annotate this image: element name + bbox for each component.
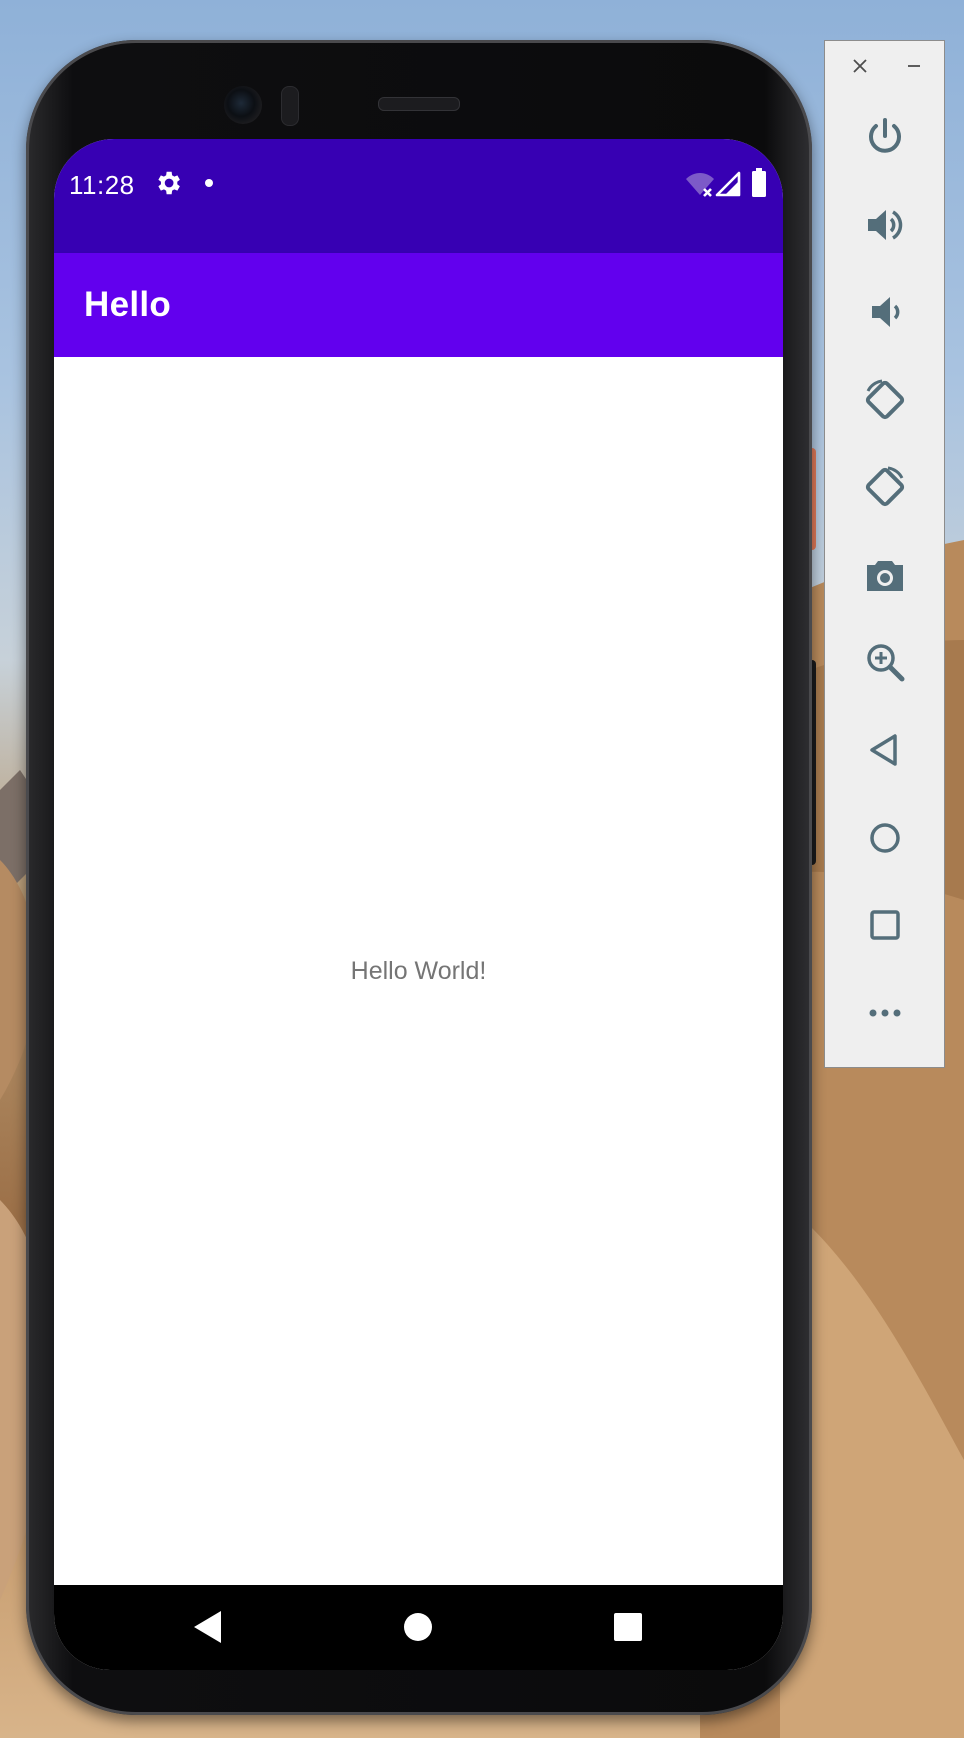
cell-signal-icon [715, 171, 741, 197]
home-icon [870, 823, 900, 853]
more-icon [869, 1009, 901, 1017]
rotate-right-icon [865, 466, 905, 507]
emulator-overview-button[interactable] [859, 899, 911, 951]
volume-down-icon [872, 297, 900, 327]
power-icon [869, 118, 901, 153]
home-icon[interactable] [402, 1611, 434, 1643]
camera-icon [867, 561, 903, 591]
volume-down-button[interactable] [859, 286, 911, 338]
emulator-side-panel [824, 40, 945, 1068]
status-time: 11:28 [69, 170, 135, 200]
status-bar: 11:28 [54, 139, 783, 253]
recents-icon[interactable] [613, 1612, 643, 1642]
power-button[interactable] [859, 111, 911, 163]
main-content: Hello World! [54, 357, 783, 1585]
battery-icon [752, 168, 766, 197]
screenshot-button[interactable] [859, 549, 911, 601]
hello-world-text: Hello World! [350, 957, 487, 985]
proximity-sensor [281, 86, 299, 126]
rotate-left-icon [865, 379, 905, 420]
zoom-button[interactable] [859, 636, 911, 688]
notification-dot-icon [205, 179, 213, 187]
rotate-left-button[interactable] [859, 374, 911, 426]
desktop-background: 11:28 Hello Hello World! [0, 0, 964, 1738]
navigation-bar [54, 1585, 783, 1670]
more-button[interactable] [859, 987, 911, 1039]
volume-up-button[interactable] [859, 199, 911, 251]
emulator-back-button[interactable] [859, 724, 911, 776]
minimize-icon[interactable] [903, 55, 925, 77]
wifi-off-icon [686, 173, 714, 197]
back-icon[interactable] [191, 1609, 225, 1645]
settings-icon [158, 171, 180, 195]
rotate-right-button[interactable] [859, 461, 911, 513]
close-icon[interactable] [849, 55, 871, 77]
device-screen[interactable]: 11:28 Hello Hello World! [54, 139, 783, 1670]
app-toolbar: Hello [54, 253, 783, 357]
volume-up-icon [868, 210, 903, 240]
app-title: Hello [84, 285, 172, 324]
overview-icon [870, 910, 900, 940]
zoom-icon [867, 644, 905, 682]
emulator-home-button[interactable] [859, 812, 911, 864]
back-icon [870, 734, 897, 766]
earpiece-speaker [378, 97, 460, 111]
front-camera [224, 86, 262, 124]
